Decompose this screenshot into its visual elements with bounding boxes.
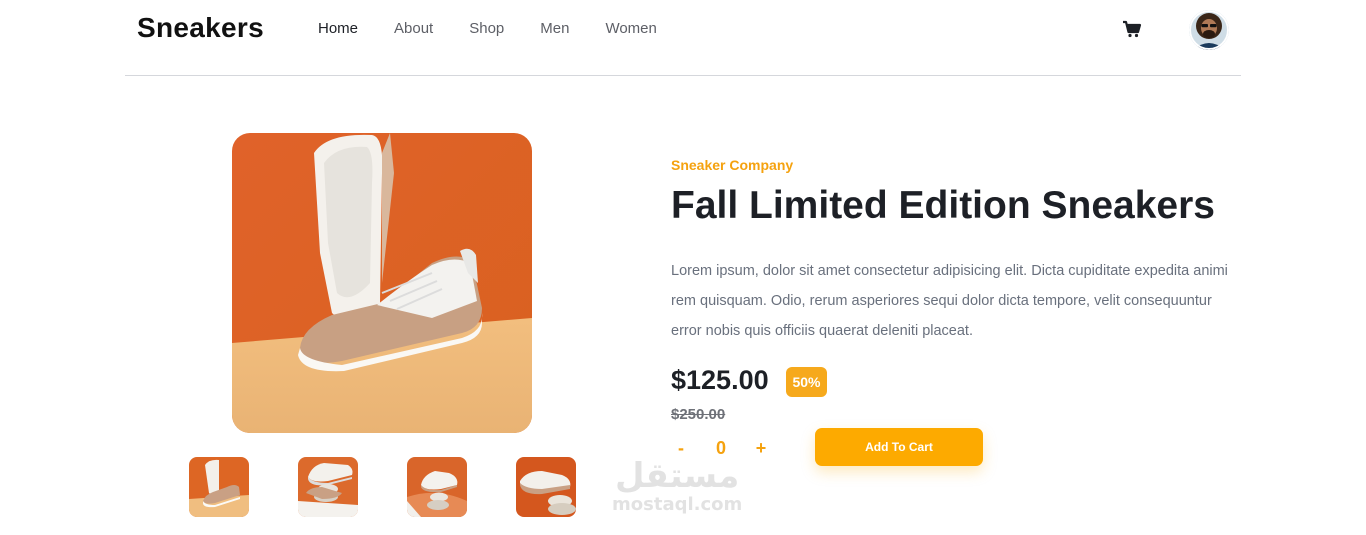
nav-men[interactable]: Men [540,20,569,37]
logo[interactable]: Sneakers [137,12,264,44]
product-description: Lorem ipsum, dolor sit amet consectetur … [671,263,1228,339]
watermark-arabic: مستقل [614,456,740,496]
nav-shop[interactable]: Shop [469,20,504,37]
thumbnail-2[interactable] [298,457,358,517]
nav-home[interactable]: Home [318,20,358,37]
discount-badge: 50% [786,367,827,397]
thumbnail-3[interactable] [407,457,467,517]
main-product-image[interactable] [232,133,532,433]
nav-about[interactable]: About [394,20,433,37]
watermark: مستقل mostaql.com [612,457,742,515]
current-price: $125.00 [671,365,769,395]
thumbnail-4[interactable] [516,457,576,517]
avatar[interactable] [1189,10,1229,50]
company-name: Sneaker Company [671,157,794,173]
thumbnail-strip [189,457,576,517]
add-to-cart-button[interactable]: Add To Cart [815,428,983,466]
header-divider [125,75,1241,76]
cart-icon[interactable] [1122,19,1142,39]
main-nav: Home About Shop Men Women [318,20,657,37]
thumbnail-1[interactable] [189,457,249,517]
increment-button[interactable]: + [751,438,771,459]
original-price: $250.00 [671,406,726,423]
product-title: Fall Limited Edition Sneakers [671,184,1215,227]
site-header: Sneakers Home About Shop Men Women [0,0,1366,76]
nav-women[interactable]: Women [605,20,656,37]
watermark-latin: mostaql.com [612,494,743,515]
